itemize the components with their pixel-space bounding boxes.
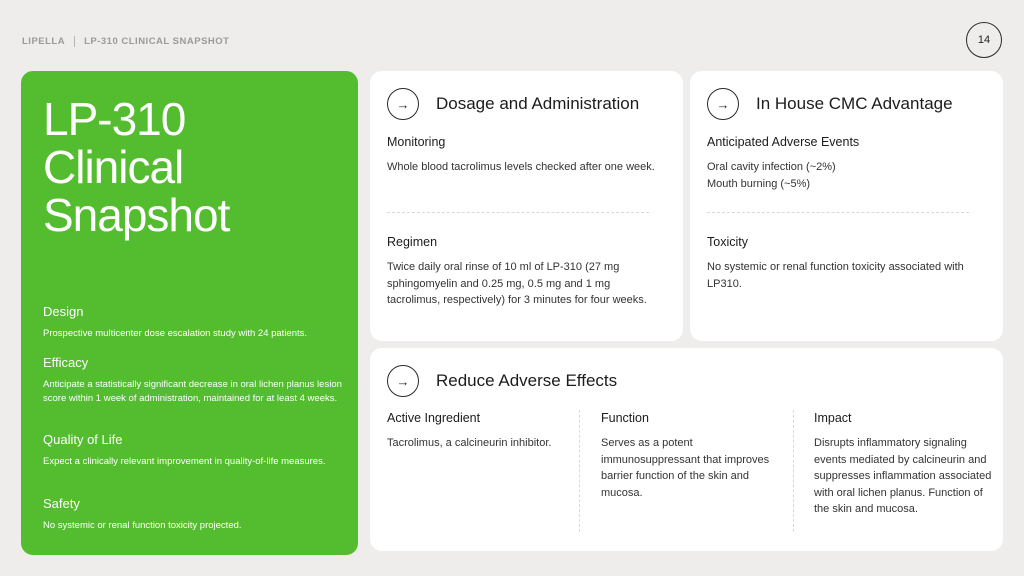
item-text-line: Oral cavity infection (~2%)	[707, 161, 836, 173]
card-header: → Reduce Adverse Effects	[387, 365, 617, 397]
item-text: Twice daily oral rinse of 10 ml of LP-31…	[387, 261, 647, 306]
dosage-card: → Dosage and Administration Monitoring W…	[370, 71, 683, 341]
regimen-item: Regimen Twice daily oral rinse of 10 ml …	[387, 235, 657, 309]
adverse-events-item: Anticipated Adverse Events Oral cavity i…	[707, 135, 977, 192]
section-heading: Efficacy	[43, 355, 89, 370]
item-text: Whole blood tacrolimus levels checked af…	[387, 161, 655, 173]
safety-section: Safety No systemic or renal function tox…	[43, 496, 343, 533]
monitoring-item: Monitoring Whole blood tacrolimus levels…	[387, 135, 657, 176]
section-heading: Design	[43, 304, 84, 319]
item-text: No systemic or renal function toxicity a…	[707, 261, 964, 290]
toxicity-item: Toxicity No systemic or renal function t…	[707, 235, 977, 292]
snapshot-panel: LP-310 Clinical Snapshot Design Prospect…	[21, 71, 358, 555]
title-line: Clinical	[43, 141, 184, 193]
impact-column: Impact Disrupts inflammatory signaling e…	[814, 411, 994, 518]
page-number: 14	[966, 22, 1002, 58]
section-label: LP-310 CLINICAL SNAPSHOT	[84, 35, 230, 47]
item-heading: Toxicity	[707, 235, 748, 249]
item-heading: Monitoring	[387, 135, 446, 149]
section-text: Anticipate a statistically significant d…	[43, 379, 342, 404]
arrow-right-icon: →	[387, 88, 419, 120]
slide-header: LIPELLA LP-310 CLINICAL SNAPSHOT	[22, 34, 229, 48]
brand-label: LIPELLA	[22, 35, 66, 47]
quality-of-life-section: Quality of Life Expect a clinically rele…	[43, 432, 343, 469]
card-title: Dosage and Administration	[436, 94, 640, 113]
column-heading: Active Ingredient	[387, 411, 481, 425]
panel-title: LP-310 Clinical Snapshot	[43, 95, 343, 239]
column-heading: Function	[601, 411, 649, 425]
cmc-card: → In House CMC Advantage Anticipated Adv…	[690, 71, 1003, 341]
section-heading: Quality of Life	[43, 432, 123, 447]
arrow-right-icon: →	[707, 88, 739, 120]
divider	[707, 212, 969, 213]
card-title: Reduce Adverse Effects	[436, 371, 618, 390]
title-line: Snapshot	[43, 189, 230, 241]
column-text: Serves as a potent immunosuppressant tha…	[601, 437, 770, 499]
function-column: Function Serves as a potent immunosuppre…	[601, 411, 781, 501]
section-heading: Safety	[43, 496, 80, 511]
card-header: → Dosage and Administration	[387, 88, 639, 120]
card-header: → In House CMC Advantage	[707, 88, 953, 120]
header-divider	[74, 35, 76, 47]
item-heading: Regimen	[387, 235, 438, 249]
column-divider	[579, 410, 580, 532]
section-text: Expect a clinically relevant improvement…	[43, 456, 326, 467]
item-text-line: Mouth burning (~5%)	[707, 177, 811, 190]
column-divider	[793, 410, 794, 532]
design-section: Design Prospective multicenter dose esca…	[43, 304, 343, 341]
active-ingredient-column: Active Ingredient Tacrolimus, a calcineu…	[387, 411, 567, 452]
section-text: Prospective multicenter dose escalation …	[43, 328, 308, 339]
column-text: Tacrolimus, a calcineurin inhibitor.	[387, 437, 552, 449]
column-text: Disrupts inflammatory signaling events m…	[814, 437, 992, 515]
item-heading: Anticipated Adverse Events	[707, 135, 860, 149]
title-line: LP-310	[43, 93, 186, 145]
column-heading: Impact	[814, 411, 852, 425]
divider	[387, 212, 649, 213]
efficacy-section: Efficacy Anticipate a statistically sign…	[43, 355, 343, 405]
section-text: No systemic or renal function toxicity p…	[43, 520, 242, 531]
adverse-effects-card: → Reduce Adverse Effects Active Ingredie…	[370, 348, 1003, 551]
card-title: In House CMC Advantage	[756, 94, 953, 113]
arrow-right-icon: →	[387, 365, 419, 397]
